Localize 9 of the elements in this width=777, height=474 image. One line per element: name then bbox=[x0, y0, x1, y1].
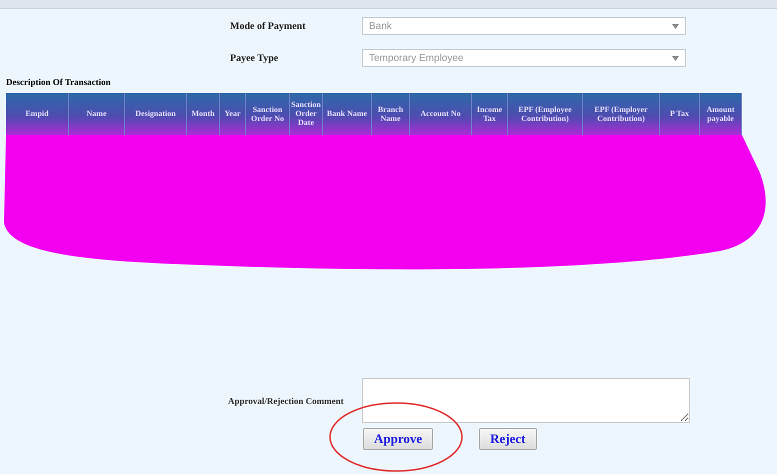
section-title: Description Of Transaction bbox=[6, 77, 112, 89]
field-label: Mode of Payment bbox=[230, 20, 307, 32]
field-label: Payee Type bbox=[230, 52, 280, 64]
comment-field[interactable] bbox=[362, 378, 690, 423]
action-button[interactable]: Approve bbox=[363, 428, 434, 450]
action-button[interactable]: Reject bbox=[479, 428, 537, 450]
caret-icon bbox=[672, 56, 679, 60]
comment-label: Approval/Rejection Comment bbox=[228, 396, 345, 406]
caret-icon bbox=[672, 24, 679, 28]
